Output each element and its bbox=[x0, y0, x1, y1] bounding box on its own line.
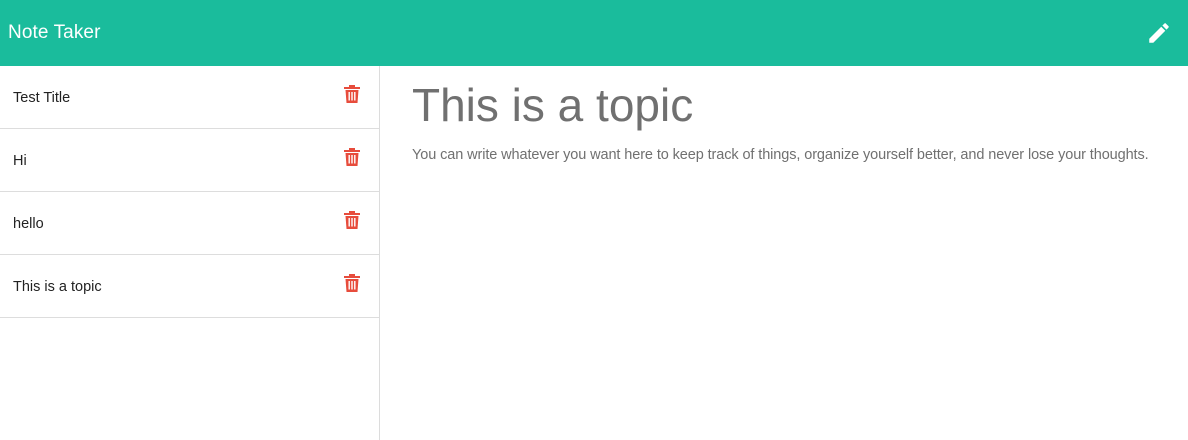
navbar: Note Taker bbox=[0, 0, 1188, 66]
list-item[interactable]: hello bbox=[0, 192, 379, 255]
note-title[interactable]: Hi bbox=[13, 153, 27, 169]
list-item[interactable]: Test Title bbox=[0, 66, 379, 129]
list-item[interactable]: This is a topic bbox=[0, 255, 379, 318]
pencil-icon bbox=[1149, 23, 1169, 43]
note-list-sidebar: Test Title Hi hello This is a topic bbox=[0, 66, 380, 440]
note-title[interactable]: This is a topic bbox=[13, 279, 102, 295]
note-text-area[interactable]: You can write whatever you want here to … bbox=[412, 147, 1188, 163]
trash-icon[interactable] bbox=[344, 274, 360, 292]
note-title-input[interactable]: This is a topic bbox=[412, 79, 1188, 131]
note-editor: This is a topic You can write whatever y… bbox=[412, 66, 1188, 440]
note-title[interactable]: hello bbox=[13, 216, 44, 232]
trash-icon[interactable] bbox=[344, 148, 360, 166]
note-list: Test Title Hi hello This is a topic bbox=[0, 66, 379, 318]
trash-icon[interactable] bbox=[344, 85, 360, 103]
app-brand[interactable]: Note Taker bbox=[8, 22, 101, 44]
note-title[interactable]: Test Title bbox=[13, 90, 70, 106]
list-item[interactable]: Hi bbox=[0, 129, 379, 192]
new-note-button[interactable] bbox=[1144, 18, 1174, 48]
trash-icon[interactable] bbox=[344, 211, 360, 229]
